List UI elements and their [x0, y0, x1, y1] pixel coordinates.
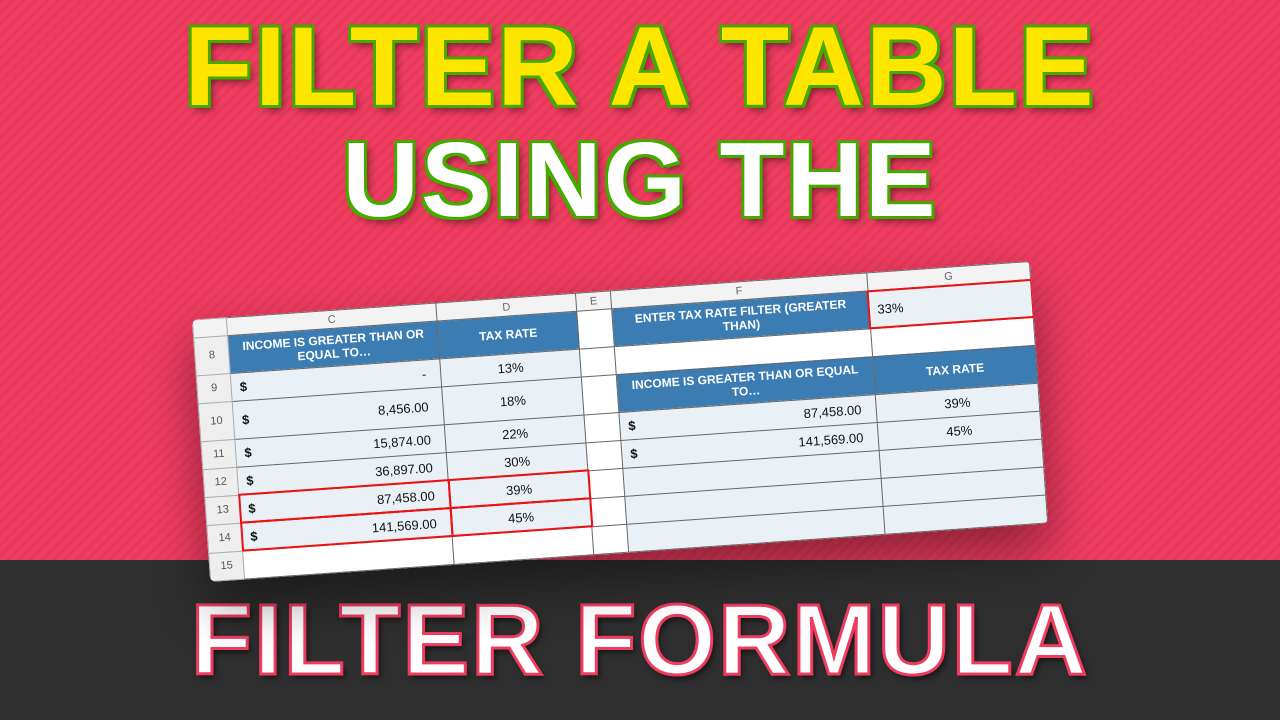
title-line-2: USING THE	[0, 120, 1280, 241]
row-14: 14	[207, 523, 243, 553]
title-line-1: FILTER A TABLE	[0, 2, 1280, 131]
row-9: 9	[196, 373, 232, 403]
title-line-3: FILTER FORMULA	[0, 583, 1280, 698]
row-10: 10	[198, 401, 235, 441]
row-15: 15	[209, 551, 245, 581]
row-13: 13	[205, 495, 241, 525]
row-11: 11	[201, 439, 237, 469]
row-12: 12	[203, 467, 239, 497]
row-8: 8	[194, 336, 231, 376]
